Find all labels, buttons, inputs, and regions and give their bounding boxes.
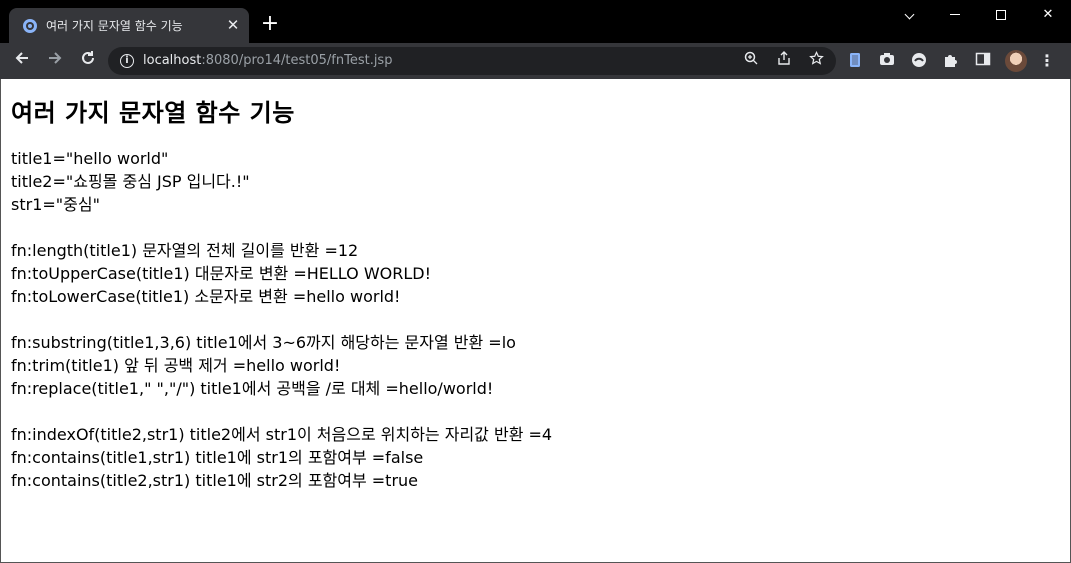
maximize-button[interactable] (978, 0, 1024, 30)
result-line: fn:indexOf(title2,str1) title2에서 str1이 처… (11, 425, 553, 444)
page-heading: 여러 가지 문자열 함수 기능 (11, 99, 295, 127)
var-line: str1="중심" (11, 195, 100, 214)
web-page: 여러 가지 문자열 함수 기능 title1="hello world" tit… (0, 79, 1071, 563)
browser-tab[interactable]: 여러 가지 문자열 함수 기능 ✕ (9, 8, 249, 43)
result-line: fn:replace(title1," ","/") title1에서 공백을 … (11, 379, 494, 398)
window-close-button[interactable]: ✕ (1025, 0, 1071, 30)
tab-search-button[interactable] (886, 0, 932, 30)
share-icon[interactable] (774, 51, 794, 71)
minimize-button[interactable] (932, 0, 978, 30)
var-line: title2="쇼핑몰 중심 JSP 입니다.!" (11, 172, 250, 191)
info-icon[interactable]: i (120, 54, 134, 68)
bookmark-star-icon[interactable] (806, 50, 826, 71)
extension-camera-icon[interactable] (878, 52, 896, 70)
document-icon (850, 53, 860, 67)
chevron-down-icon (904, 9, 914, 20)
extensions-puzzle-icon[interactable] (942, 52, 960, 70)
reload-button[interactable] (76, 49, 100, 73)
result-line: fn:contains(title2,str1) title1에 str2의 포… (11, 471, 419, 490)
puzzle-icon (945, 55, 957, 67)
star-icon (808, 50, 824, 65)
back-arrow-icon (15, 52, 28, 64)
address-bar[interactable]: i localhost:8080/pro14/test05/fnTest.jsp (108, 47, 836, 75)
url-host: localhost (143, 53, 202, 68)
result-line: fn:toUpperCase(title1) 대문자로 변환 =HELLO WO… (11, 264, 432, 283)
camera-icon (880, 53, 894, 65)
url-text[interactable]: localhost:8080/pro14/test05/fnTest.jsp (143, 53, 392, 68)
result-line: fn:toLowerCase(title1) 소문자로 변환 =hello wo… (11, 287, 401, 306)
reload-icon (82, 51, 94, 64)
result-line: fn:contains(title1,str1) title1에 str1의 포… (11, 448, 424, 467)
tab-title: 여러 가지 문자열 함수 기능 (46, 19, 183, 33)
var-line: title1="hello world" (11, 149, 169, 168)
extension-circle-icon[interactable] (910, 52, 928, 70)
browser-toolbar: i localhost:8080/pro14/test05/fnTest.jsp… (0, 43, 1071, 79)
forward-button[interactable] (43, 49, 67, 73)
back-button[interactable] (10, 49, 34, 73)
share-arrow-icon (778, 51, 790, 65)
profile-avatar[interactable] (1005, 50, 1027, 72)
magnifier-icon (744, 51, 758, 65)
result-line: fn:length(title1) 문자열의 전체 길이를 반환 =12 (11, 241, 359, 260)
result-line: fn:trim(title1) 앞 뒤 공백 제거 =hello world! (11, 356, 341, 375)
extension-docs-icon[interactable] (846, 52, 864, 70)
minimize-icon (950, 14, 960, 15)
zoom-icon[interactable] (741, 51, 761, 71)
menu-dots-icon[interactable]: ⋮ (1039, 50, 1055, 72)
page-content: title1="hello world" title2="쇼핑몰 중심 JSP … (11, 147, 552, 492)
panel-icon (975, 52, 991, 66)
maximize-icon (996, 9, 1006, 20)
new-tab-button[interactable]: + (258, 12, 282, 36)
result-line: fn:substring(title1,3,6) title1에서 3~6까지 … (11, 333, 516, 352)
forward-arrow-icon (49, 52, 62, 64)
globe-icon (23, 18, 37, 33)
url-path: :8080/pro14/test05/fnTest.jsp (201, 53, 393, 68)
tab-strip: 여러 가지 문자열 함수 기능 ✕ + ✕ (0, 0, 1071, 43)
record-icon (912, 53, 926, 67)
close-tab-icon[interactable]: ✕ (225, 17, 241, 33)
side-panel-icon[interactable] (974, 52, 992, 70)
